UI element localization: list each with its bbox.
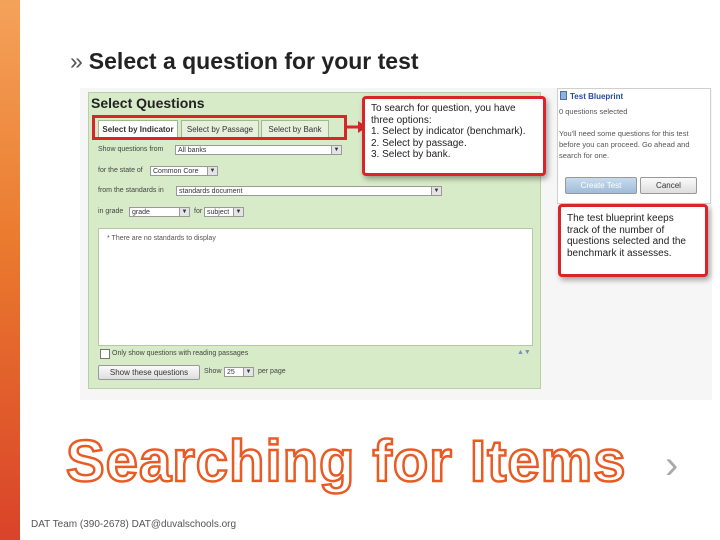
chevron-down-icon: ▼: [179, 208, 189, 216]
tabs-highlight-box: [92, 115, 347, 140]
passages-checkbox[interactable]: [100, 349, 110, 359]
blueprint-document-icon: [560, 91, 567, 100]
blueprint-callout: The test blueprint keeps track of the nu…: [558, 204, 708, 277]
standards-select[interactable]: standards document ▼: [176, 186, 442, 196]
passages-checkbox-label: Only show questions with reading passage…: [112, 350, 249, 357]
standards-select-value: standards document: [179, 188, 243, 195]
per-page-value: 25: [227, 369, 235, 376]
chevron-down-icon: ▼: [207, 167, 217, 175]
grade-select[interactable]: grade ▼: [129, 207, 190, 217]
blueprint-count: 0 questions selected: [559, 107, 628, 116]
standards-results-list: * There are no standards to display: [98, 228, 533, 346]
slide-big-title: Searching for Items: [65, 428, 627, 496]
show-label: Show: [204, 368, 222, 375]
blueprint-message-line: You'll need some questions for this test: [559, 129, 689, 138]
subject-select[interactable]: subject ▼: [204, 207, 244, 217]
show-from-label: Show questions from: [98, 146, 164, 153]
callout-line: To search for question, you have: [371, 103, 516, 114]
for-label: for: [194, 208, 203, 215]
blueprint-title: Test Blueprint: [570, 92, 624, 101]
bank-select-value: All banks: [178, 147, 207, 154]
grade-select-value: grade: [132, 209, 150, 216]
chevron-down-icon: ▼: [243, 368, 253, 376]
callout-line: 3. Select by bank.: [371, 149, 451, 160]
slide-footer: DAT Team (390-2678) DAT@duvalschools.org: [31, 519, 237, 530]
accent-sidebar-strip: [0, 0, 20, 540]
per-page-select[interactable]: 25 ▼: [224, 367, 254, 377]
slide-heading: » Select a question for your test: [70, 48, 419, 75]
grade-label: in grade: [98, 208, 124, 215]
scroll-arrows-icon[interactable]: ▲▼: [517, 349, 531, 356]
callout-line: The test blueprint keeps: [567, 213, 674, 224]
subject-select-value: subject: [207, 209, 230, 216]
callout-line: three options:: [371, 114, 432, 126]
empty-results-text: * There are no standards to display: [107, 235, 216, 242]
chevron-down-icon: ▼: [233, 208, 243, 216]
cancel-button[interactable]: Cancel: [640, 177, 697, 194]
create-test-button[interactable]: Create Test: [565, 177, 637, 194]
bank-select[interactable]: All banks ▼: [175, 145, 342, 155]
options-callout: To search for question, you have three o…: [362, 96, 546, 176]
show-questions-button[interactable]: Show these questions: [98, 365, 200, 380]
chevron-bullet-icon: »: [70, 48, 83, 74]
blueprint-message-line: before you can proceed. Go ahead and: [559, 140, 690, 149]
standards-label: from the standards in: [98, 187, 164, 194]
callout-line: 2. Select by passage.: [371, 137, 467, 149]
callout-line: questions selected and the: [567, 236, 686, 247]
slide-heading-text: Select a question for your test: [88, 48, 419, 74]
callout-line: 1. Select by indicator (benchmark).: [371, 126, 526, 137]
state-select[interactable]: Common Core ▼: [150, 166, 218, 176]
state-label: for the state of: [98, 167, 143, 174]
per-page-label: per page: [258, 368, 286, 375]
blueprint-message-line: search for one.: [559, 151, 610, 160]
chevron-down-icon: ▼: [331, 146, 341, 154]
state-select-value: Common Core: [153, 168, 199, 175]
select-questions-title: Select Questions: [91, 95, 205, 111]
next-chevron-icon[interactable]: ›: [665, 445, 678, 485]
callout-line: benchmark it assesses.: [567, 247, 672, 259]
callout-line: track of the number of: [567, 224, 665, 236]
chevron-down-icon: ▼: [431, 187, 441, 195]
